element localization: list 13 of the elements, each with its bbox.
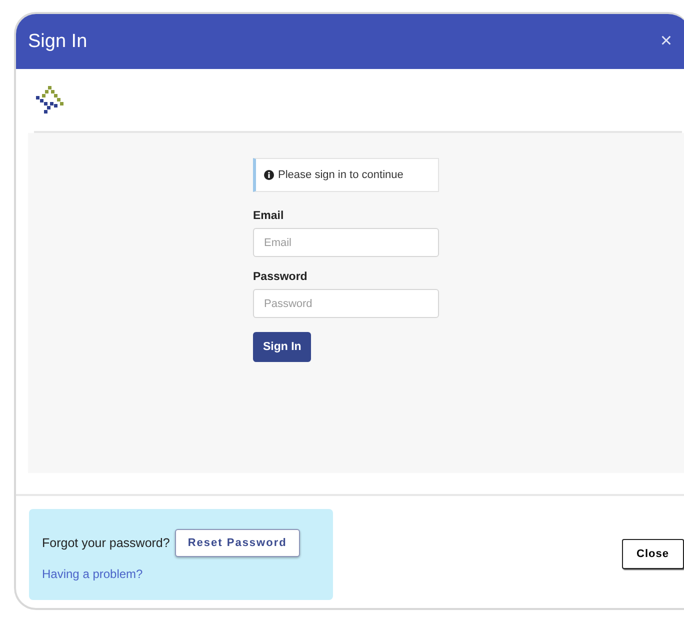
forgot-text: Forgot your password? bbox=[42, 536, 170, 550]
help-link[interactable]: Having a problem? bbox=[42, 567, 143, 581]
window-title: Sign In bbox=[28, 30, 88, 52]
reset-password-button[interactable]: Reset Password bbox=[174, 529, 300, 557]
input-field[interactable]: Email bbox=[253, 228, 439, 257]
field-label: Email bbox=[253, 210, 285, 222]
close-dialog-button[interactable]: Close bbox=[622, 538, 684, 568]
input-field[interactable]: Password bbox=[253, 289, 439, 318]
close-button[interactable]: × bbox=[660, 30, 672, 53]
notice-text: Please sign in to continue bbox=[278, 169, 404, 181]
info-icon bbox=[264, 170, 274, 180]
field-label: Password bbox=[253, 271, 308, 283]
sign-in-button[interactable]: Sign In bbox=[253, 332, 312, 362]
